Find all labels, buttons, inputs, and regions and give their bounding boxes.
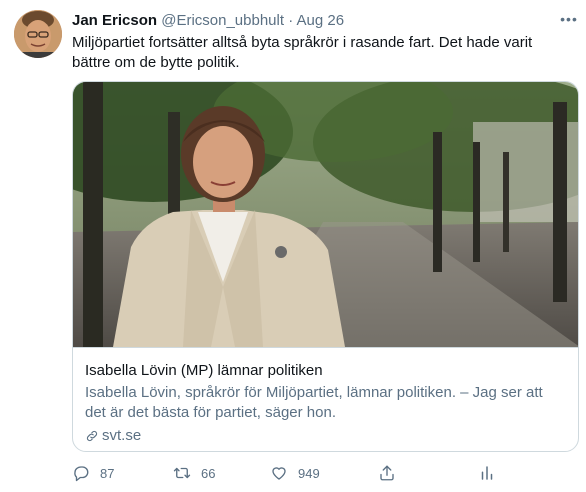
author-name[interactable]: Jan Ericson — [72, 12, 157, 29]
share-button[interactable] — [378, 461, 396, 485]
analytics-button[interactable] — [478, 461, 496, 485]
tweet-date[interactable]: Aug 26 — [297, 12, 345, 29]
reply-icon — [74, 466, 89, 482]
link-icon — [86, 430, 98, 442]
retweet-button[interactable]: 66 — [173, 461, 215, 485]
card-body: Isabella Lövin (MP) lämnar politiken Isa… — [73, 347, 578, 451]
card-image[interactable] — [73, 82, 578, 347]
card-description: Isabella Lövin, språkrör för Miljöpartie… — [85, 384, 543, 421]
retweet-count: 66 — [201, 465, 216, 481]
reply-button[interactable]: 87 — [72, 461, 114, 485]
analytics-icon — [481, 466, 493, 480]
more-icon[interactable]: ••• — [557, 9, 581, 29]
reply-count: 87 — [100, 465, 115, 481]
link-card[interactable]: Isabella Lövin (MP) lämnar politiken Isa… — [72, 81, 579, 452]
like-button[interactable]: 949 — [270, 461, 320, 485]
card-domain-text: svt.se — [102, 427, 142, 444]
tweet-text: Miljöpartiet fortsätter alltså byta språ… — [72, 34, 533, 71]
like-count: 949 — [298, 465, 320, 481]
action-bar: 87 66 949 — [72, 461, 512, 485]
card-domain: svt.se — [85, 426, 141, 446]
heart-icon — [272, 467, 286, 480]
tweet[interactable]: Jan Ericson @Ericson_ubbhult · Aug 26 ••… — [0, 0, 586, 492]
retweet-icon — [173, 467, 191, 479]
share-icon — [380, 465, 394, 481]
user-avatar[interactable] — [14, 10, 62, 58]
tweet-header: Jan Ericson @Ericson_ubbhult · Aug 26 — [72, 11, 546, 31]
author-handle[interactable]: @Ericson_ubbhult — [161, 12, 284, 29]
separator-dot: · — [288, 12, 294, 29]
card-title: Isabella Lövin (MP) lämnar politiken — [85, 362, 323, 379]
